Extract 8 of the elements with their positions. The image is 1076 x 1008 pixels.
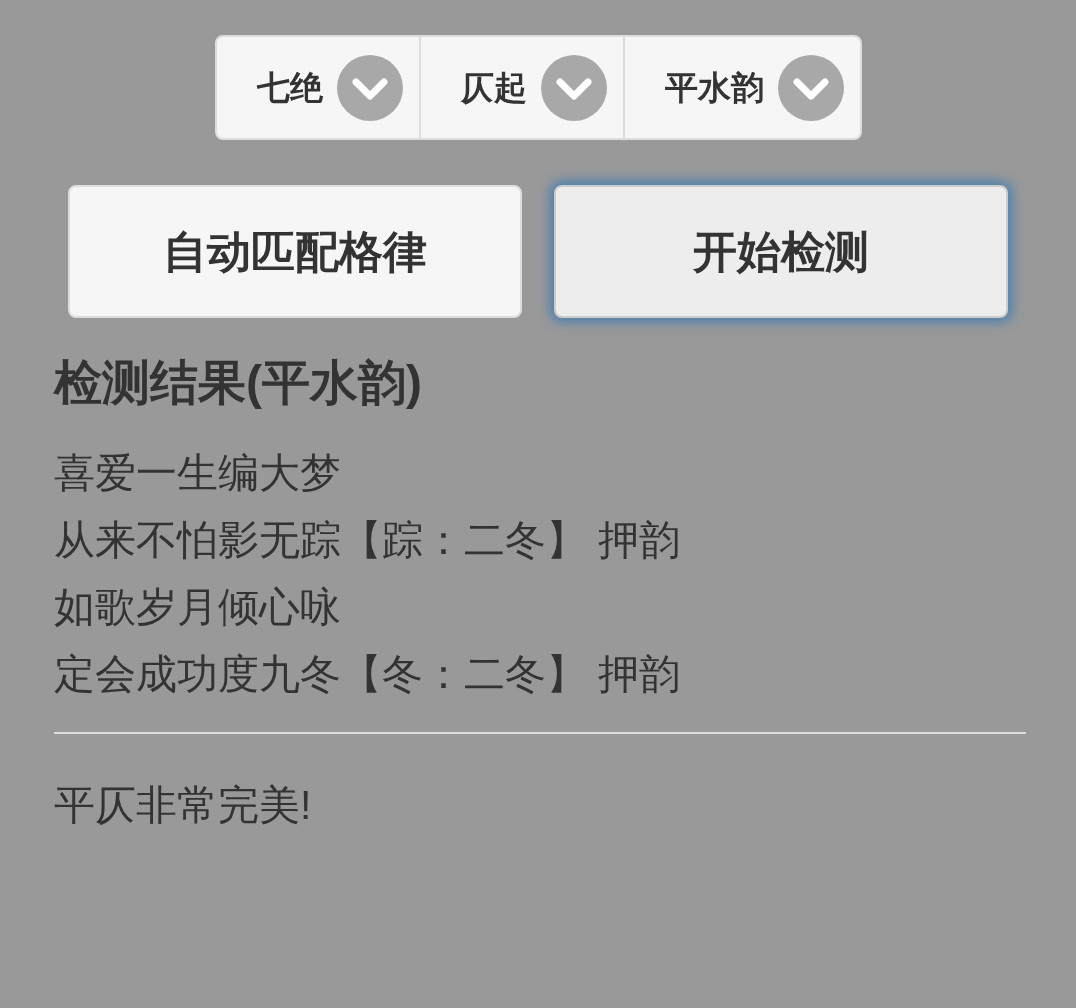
result-summary: 平仄非常完美!: [54, 781, 313, 830]
action-button[interactable]: 自动匹配格律: [68, 185, 522, 318]
poem-line: 如歌岁月倾心咏: [54, 583, 342, 632]
poem-line: 定会成功度九冬【冬：二冬】 押韵: [54, 650, 682, 699]
poem-line: 喜爱一生编大梦: [54, 449, 342, 498]
result-heading: 检测结果(平水韵): [54, 355, 423, 411]
poem-line: 从来不怕影无踪【踪：二冬】 押韵: [54, 516, 682, 565]
action-button[interactable]: 开始检测: [554, 185, 1008, 318]
